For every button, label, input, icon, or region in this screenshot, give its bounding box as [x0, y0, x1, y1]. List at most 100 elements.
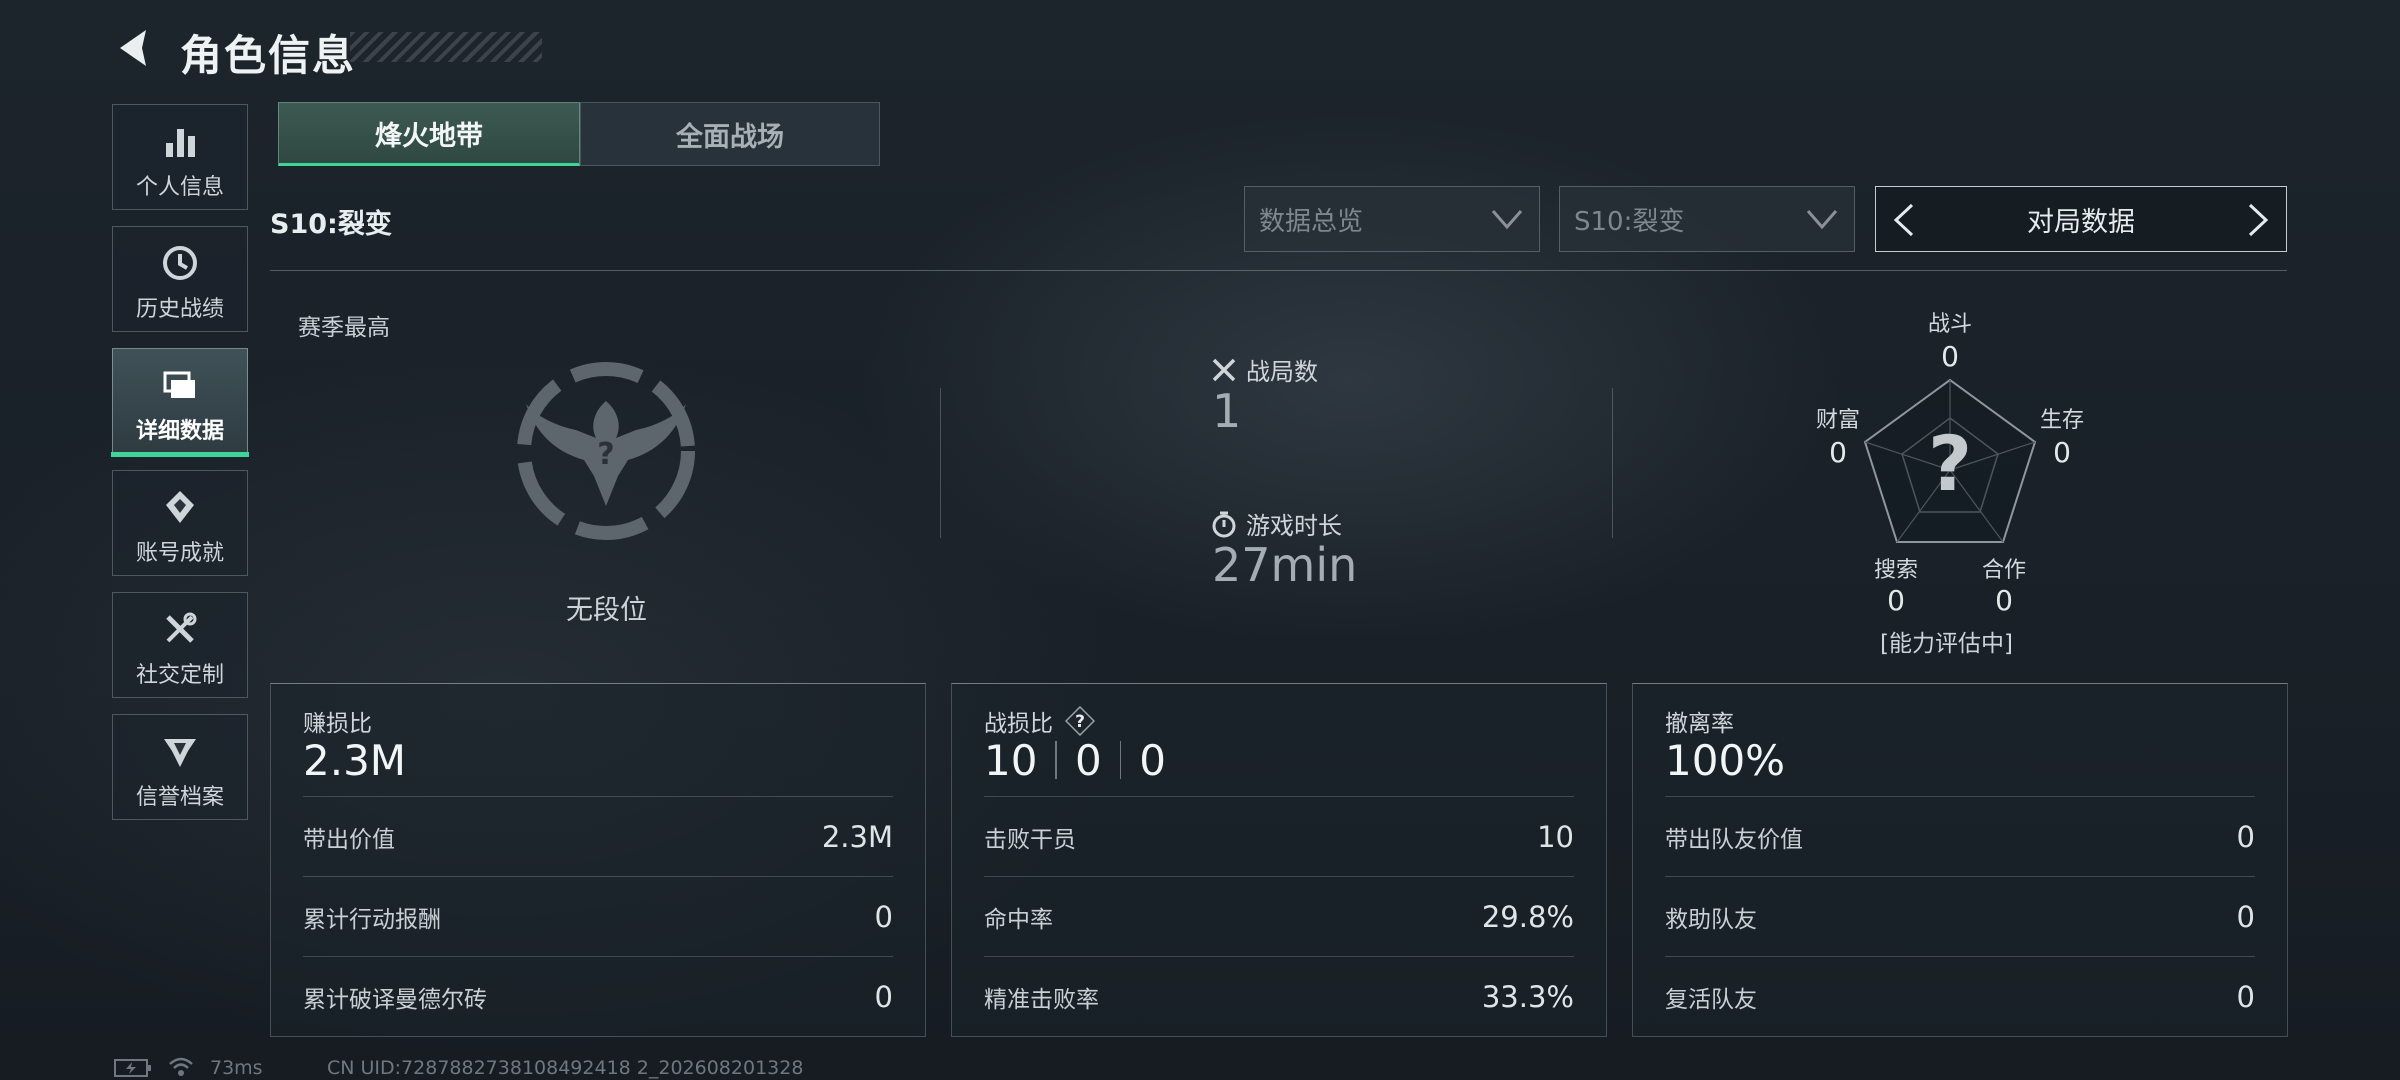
overview-dropdown[interactable]: 数据总览	[1244, 186, 1540, 252]
kd-separator	[1055, 741, 1057, 779]
page-title: 角色信息	[180, 31, 357, 80]
sidebar-item-label: 历史战绩	[135, 297, 224, 322]
stat-row-value: 0	[2236, 900, 2255, 934]
stat-row-label: 带出队友价值	[1665, 827, 1803, 853]
radar-value-combat: 0	[1941, 340, 1959, 373]
help-icon[interactable]: ?	[1065, 706, 1095, 736]
title-decoration	[350, 32, 542, 62]
stat-row-value: 0	[874, 980, 893, 1014]
stat-row-value: 0	[2236, 980, 2255, 1014]
playtime-label-text: 游戏时长	[1246, 512, 1342, 540]
sidebar-item-credit-profile[interactable]: 信誉档案	[112, 714, 248, 820]
panel-title-wrap: 战损比 ?	[984, 704, 1095, 738]
matches-label-text: 战局数	[1246, 358, 1318, 386]
season-label: S10:裂变	[270, 209, 392, 240]
rank-name: 无段位	[566, 595, 647, 626]
stat-row: 带出队友价值 0	[1665, 796, 2255, 877]
playtime-label: 游戏时长	[1210, 506, 1342, 541]
sidebar-item-label: 社交定制	[135, 663, 224, 688]
radar-value-survival: 0	[2053, 436, 2071, 469]
vertical-divider	[940, 388, 941, 538]
stat-row-value: 0	[2236, 820, 2255, 854]
playtime-value: 27min	[1212, 538, 1358, 592]
rank-emblem-mark: ?	[597, 437, 614, 472]
chevron-down-icon	[1806, 210, 1838, 230]
achievement-badge-icon	[166, 491, 194, 523]
radar-label-cooperation: 合作	[1981, 558, 2026, 583]
chevron-right-icon[interactable]	[2244, 203, 2272, 237]
bar-chart-icon	[166, 129, 195, 157]
history-clock-icon	[163, 246, 197, 280]
tab-full-battlefield[interactable]: 全面战场	[580, 102, 880, 166]
stat-row: 累计行动报酬 0	[303, 876, 893, 957]
battery-icon	[114, 1059, 151, 1077]
radar-label-combat: 战斗	[1927, 312, 1972, 337]
stat-row: 带出价值 2.3M	[303, 796, 893, 877]
sidebar-item-history[interactable]: 历史战绩	[112, 226, 248, 332]
season-dropdown[interactable]: S10:裂变	[1559, 186, 1855, 252]
profit-panel: 赚损比 2.3M 带出价值 2.3M 累计行动报酬 0 累计破译曼德尔砖 0	[270, 683, 926, 1037]
stat-row-label: 击败干员	[984, 827, 1076, 853]
stopwatch-icon	[1212, 511, 1236, 537]
panel-main-value: 100%	[1665, 736, 1786, 785]
panel-main-value: 2.3M	[303, 736, 407, 785]
data-type-pager: 对局数据	[1875, 186, 2287, 252]
vertical-divider	[1612, 388, 1613, 538]
wrench-screwdriver-icon	[166, 612, 197, 643]
folder-icon	[163, 371, 195, 398]
crossed-swords-icon	[1212, 358, 1236, 381]
kd-separator	[1119, 741, 1122, 779]
ping-value: 73ms	[210, 1057, 263, 1079]
stat-row-label: 救助队友	[1665, 907, 1757, 933]
sidebar-item-label: 个人信息	[135, 175, 224, 200]
sidebar-item-label: 账号成就	[135, 541, 224, 566]
stat-row: 复活队友 0	[1665, 956, 2255, 1037]
help-icon-mark: ?	[1075, 712, 1085, 732]
stat-row-value: 33.3%	[1481, 980, 1574, 1014]
tab-beacon-zone[interactable]: 烽火地带	[278, 102, 580, 166]
stat-row: 累计破译曼德尔砖 0	[303, 956, 893, 1037]
sidebar-item-label: 信誉档案	[135, 785, 224, 810]
sidebar-item-achievements[interactable]: 账号成就	[112, 470, 248, 576]
panel-title: 赚损比	[303, 711, 372, 737]
overview-dropdown-value: 数据总览	[1259, 206, 1364, 237]
stat-row-value: 0	[874, 900, 893, 934]
stat-row: 击败干员 10	[984, 796, 1574, 877]
stat-row: 救助队友 0	[1665, 876, 2255, 957]
pager-label: 对局数据	[2027, 206, 2135, 238]
kd-value: 10	[984, 736, 1038, 785]
radar-unknown-mark: ?	[1928, 419, 1972, 508]
sidebar-item-personal-info[interactable]: 个人信息	[112, 104, 248, 210]
panel-title: 撤离率	[1665, 711, 1734, 737]
kd-panel: 战损比 ? 10 0 0 击败干员 10 命中率 29.8% 精准击败率 33.3%	[951, 683, 1607, 1037]
uid-text: CN UID:7287882738108492418 2_20260820132…	[327, 1057, 804, 1079]
extract-panel: 撤离率 100% 带出队友价值 0 救助队友 0 复活队友 0	[1632, 683, 2288, 1037]
stat-row: 命中率 29.8%	[984, 876, 1574, 957]
sidebar-item-label: 详细数据	[135, 419, 224, 444]
kd-values: 10 0 0	[984, 736, 1166, 785]
radar-status: [能力评估中]	[1880, 631, 2013, 657]
stat-row-value: 2.3M	[821, 820, 893, 854]
radar-label-survival: 生存	[2039, 408, 2084, 433]
season-best-label: 赛季最高	[298, 315, 390, 341]
matches-value: 1	[1212, 384, 1242, 438]
radar-value-search: 0	[1887, 584, 1905, 617]
credit-shield-icon	[164, 739, 196, 767]
stat-row-value: 10	[1537, 820, 1574, 854]
stat-row-label: 复活队友	[1665, 987, 1757, 1013]
season-dropdown-value: S10:裂变	[1574, 206, 1685, 237]
stat-row-label: 累计行动报酬	[303, 907, 441, 933]
stat-row-label: 精准击败率	[984, 987, 1099, 1013]
radar-value-cooperation: 0	[1995, 584, 2013, 617]
sidebar-item-social-customize[interactable]: 社交定制	[112, 592, 248, 698]
stat-row-label: 命中率	[984, 907, 1053, 933]
chevron-left-icon[interactable]	[1890, 203, 1918, 237]
radar-label-wealth: 财富	[1815, 408, 1860, 433]
ability-radar-chart: ?	[1863, 378, 2037, 543]
back-arrow-icon[interactable]	[112, 26, 156, 70]
stat-row: 精准击败率 33.3%	[984, 956, 1574, 1037]
sidebar-item-detailed-data[interactable]: 详细数据	[111, 348, 249, 457]
matches-label: 战局数	[1210, 352, 1318, 387]
rank-emblem-icon: ?	[517, 362, 695, 540]
stat-row-label: 累计破译曼德尔砖	[303, 987, 487, 1013]
